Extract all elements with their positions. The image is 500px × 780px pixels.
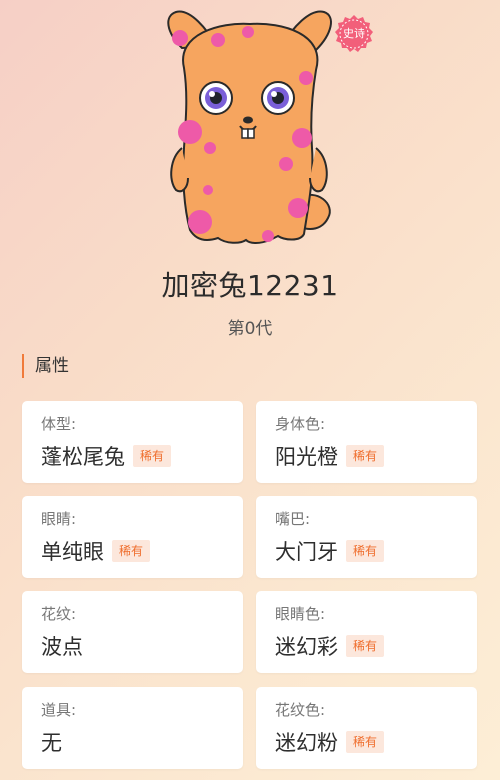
attribute-card-eyes[interactable]: 眼睛: 单纯眼 稀有 [22,496,243,578]
rarity-badge-label: 史诗 [343,27,365,40]
attribute-value: 单纯眼 [41,540,104,564]
attribute-card-body-color[interactable]: 身体色: 阳光橙 稀有 [256,401,477,483]
attribute-card-pattern[interactable]: 花纹: 波点 [22,591,243,673]
attributes-section-title: 属性 [22,354,69,378]
rabbit-avatar-icon [167,10,332,244]
attribute-card-mouth[interactable]: 嘴巴: 大门牙 稀有 [256,496,477,578]
attribute-value: 蓬松尾兔 [41,445,125,469]
attribute-label: 眼睛色: [275,605,326,623]
attribute-value: 无 [41,731,62,755]
attribute-value: 迷幻彩 [275,635,338,659]
character-generation: 第0代 [227,319,273,339]
attribute-card-pattern-color[interactable]: 花纹色: 迷幻粉 稀有 [256,687,477,769]
rarity-tag: 稀有 [112,540,151,562]
attribute-label: 体型: [41,415,77,433]
attribute-label: 花纹: [41,605,77,623]
attribute-label: 花纹色: [275,701,326,719]
attribute-label: 道具: [41,701,77,719]
rarity-tag: 稀有 [346,540,385,562]
attribute-card-body-type[interactable]: 体型: 蓬松尾兔 稀有 [22,401,243,483]
rarity-tag: 稀有 [346,635,385,657]
attribute-value: 波点 [41,635,83,659]
attribute-value: 迷幻粉 [275,731,338,755]
attribute-label: 嘴巴: [275,510,311,528]
rarity-tag: 稀有 [346,445,385,467]
attribute-card-eye-color[interactable]: 眼睛色: 迷幻彩 稀有 [256,591,477,673]
attribute-card-accessory[interactable]: 道具: 无 [22,687,243,769]
character-name: 加密兔12231 [161,269,339,302]
attribute-label: 身体色: [275,415,326,433]
rarity-badge: 史诗 [334,14,374,54]
hero-area: 史诗 [0,0,500,250]
attribute-value: 阳光橙 [275,445,338,469]
rarity-tag: 稀有 [346,731,385,753]
attribute-value: 大门牙 [275,540,338,564]
attribute-label: 眼睛: [41,510,77,528]
rarity-tag: 稀有 [133,445,172,467]
